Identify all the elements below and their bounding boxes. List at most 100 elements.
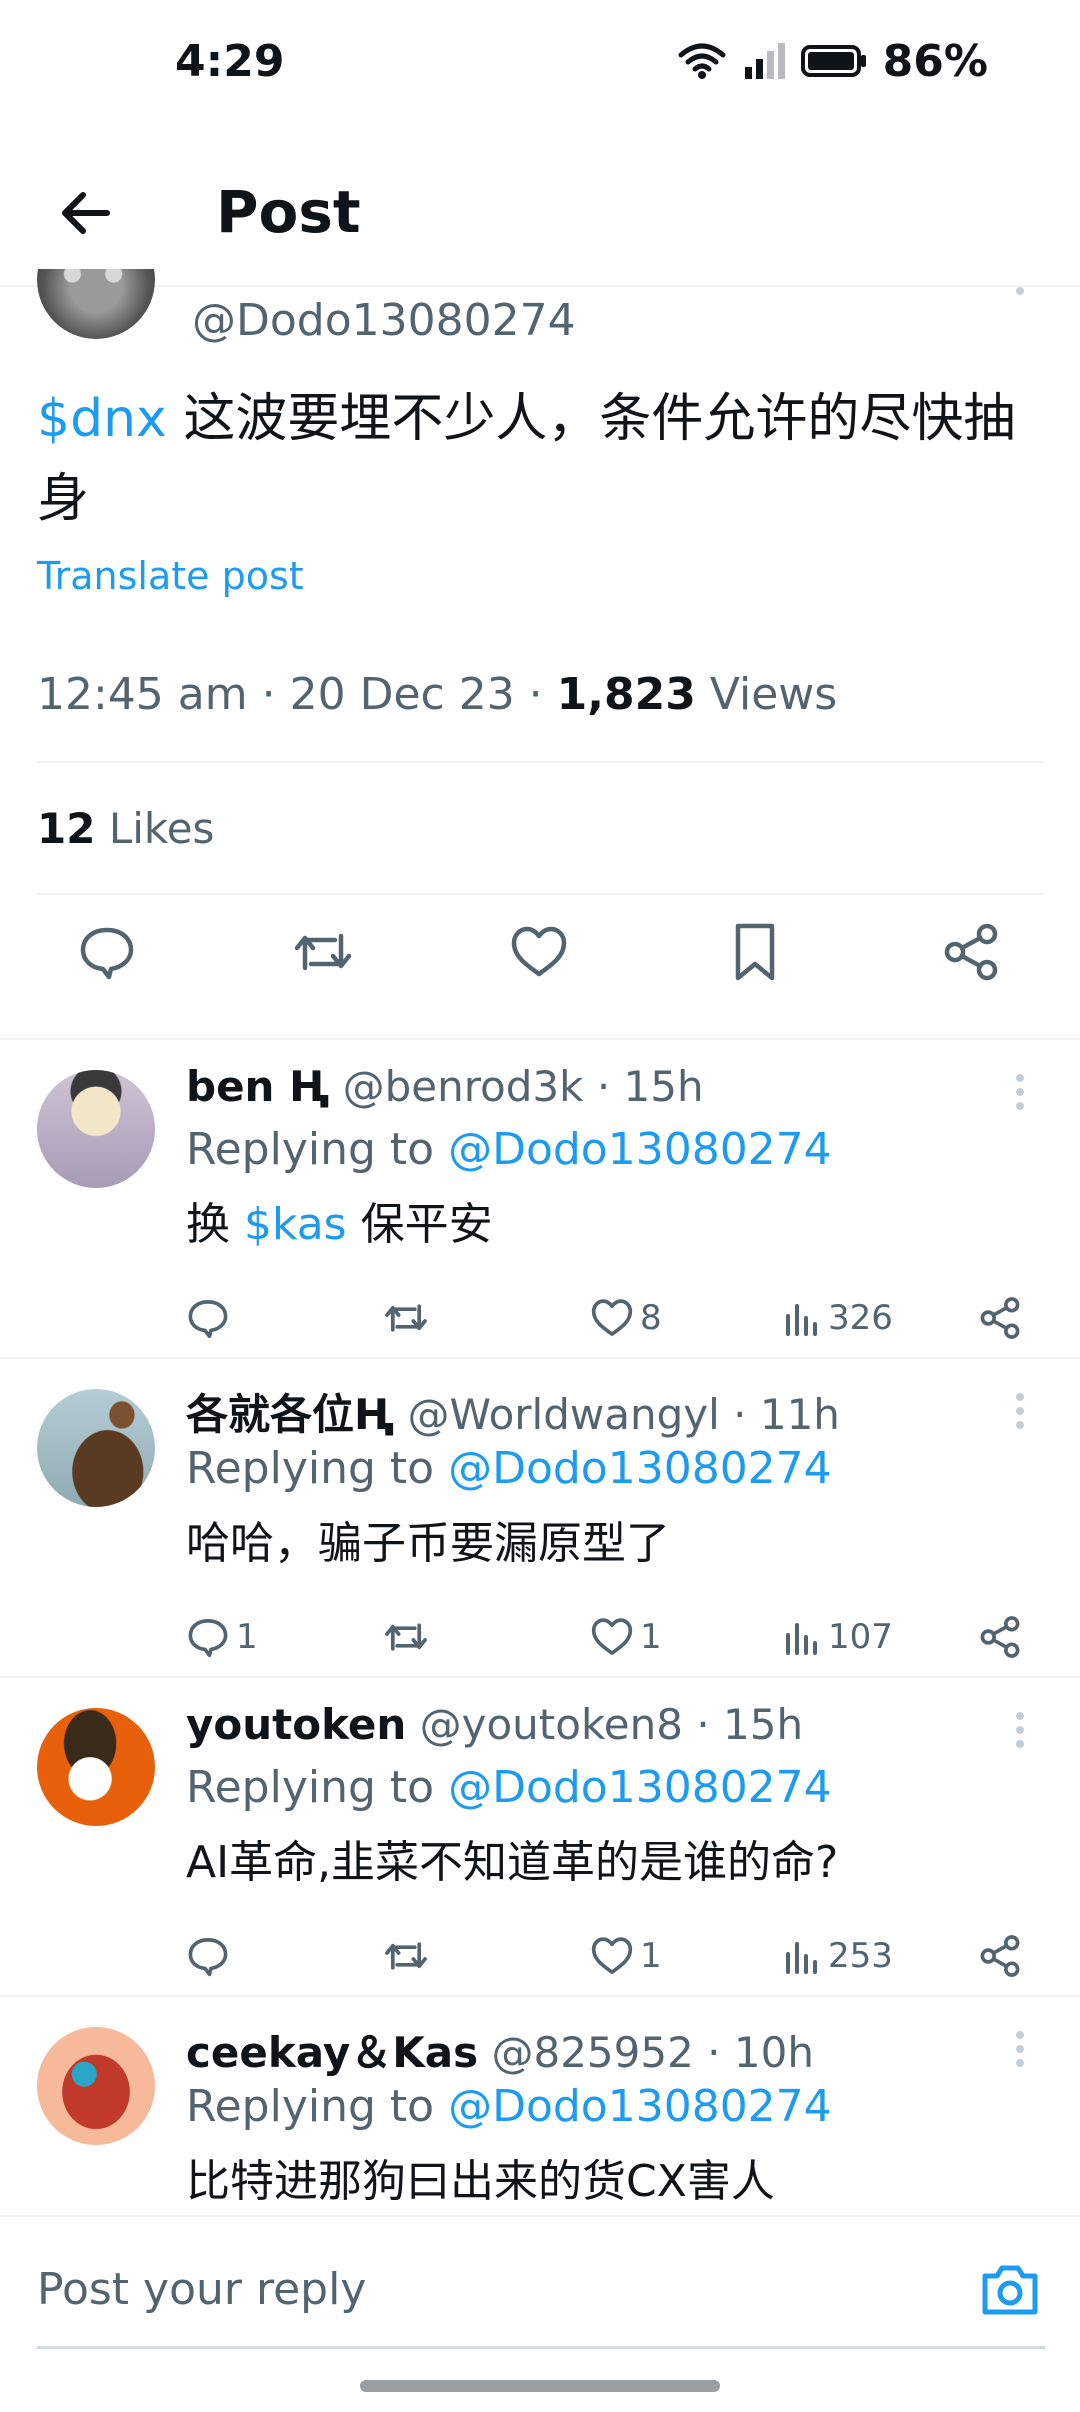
likes-label: Likes [108,804,215,853]
like-count: 8 [640,1298,662,1338]
reply-text: AI革命,韭菜不知道革的是谁的命? [186,1837,839,1888]
arrow-left-icon [57,185,113,245]
reply-item[interactable]: 各就各位Ⱨ @Worldwangyl · 11h Replying to @Do… [0,1359,1080,1677]
repost-button[interactable] [278,909,368,999]
reply-button[interactable] [186,1288,236,1348]
more-options-icon[interactable] [1008,2027,1032,2077]
avatar[interactable] [37,1070,155,1188]
mention-link[interactable]: @Dodo13080274 [448,1762,832,1813]
analytics-icon [786,1623,817,1655]
reply-item[interactable]: ben Ⱨ @benrod3k · 15h Replying to @Dodo1… [0,1040,1080,1358]
repost-icon [385,1623,427,1651]
share-icon [980,1935,1020,1977]
views-count: 1,823 [556,669,696,720]
reply-icon [188,1300,228,1339]
bookmark-button[interactable] [710,909,800,999]
more-options-icon[interactable] [1008,1389,1032,1439]
repost-button[interactable] [382,1926,430,1986]
camera-button[interactable] [975,2255,1045,2325]
reply-age: 15h [723,1700,804,1749]
reply-button[interactable] [186,1926,236,1986]
views-label: Views [709,669,838,720]
bookmark-icon [730,922,780,986]
user-handle[interactable]: @825952 [491,2028,693,2077]
reply-age: 15h [623,1062,704,1111]
view-count: 107 [828,1617,893,1657]
share-button[interactable] [978,1288,1022,1348]
replying-prefix: Replying to [186,1762,435,1813]
share-button[interactable] [978,1926,1022,1986]
like-button[interactable]: 8 [590,1288,662,1348]
like-button[interactable]: 1 [590,1607,662,1667]
share-button[interactable] [978,1607,1022,1667]
more-options-icon[interactable] [1008,1070,1032,1120]
mention-link[interactable]: @Dodo13080274 [448,1124,832,1175]
repost-icon [385,1304,427,1332]
translate-post-link[interactable]: Translate post [37,554,304,598]
heart-icon [509,924,569,984]
analytics-icon [786,1942,817,1974]
post-text-body: 这波要埋不少人，条件允许的尽快抽身 [37,389,1016,529]
reply-action-bar: 1 253 [186,1926,1046,1986]
heart-icon [591,1618,633,1655]
reply-icon [77,922,137,986]
repost-button[interactable] [382,1288,430,1348]
like-button[interactable]: 1 [590,1926,662,1986]
mention-link[interactable]: @Dodo13080274 [448,2081,832,2132]
more-options-icon[interactable] [1008,1708,1032,1758]
display-name[interactable]: ceekay＆Kas [186,2028,478,2077]
post-text: $dnx 这波要埋不少人，条件允许的尽快抽身 [37,379,1047,539]
repost-button[interactable] [382,1607,430,1667]
status-time: 4:29 [175,36,285,87]
avatar[interactable] [37,269,155,339]
post-action-bar [0,909,1080,1029]
back-button[interactable] [40,170,130,260]
reply-button[interactable] [62,909,152,999]
reply-item[interactable]: ceekay＆Kas @825952 · 10h Replying to @Do… [0,1997,1080,2215]
display-name[interactable]: 各就各位Ⱨ [186,1390,394,1439]
divider [37,761,1045,763]
analytics-icon [786,1304,817,1336]
gesture-bar[interactable] [360,2380,720,2392]
user-handle[interactable]: @benrod3k [343,1062,584,1111]
reply-header: ceekay＆Kas @825952 · 10h [186,2028,814,2077]
reply-button[interactable]: 1 [186,1607,258,1667]
reply-item[interactable]: youtoken @youtoken8 · 15h Replying to @D… [0,1678,1080,1996]
replying-prefix: Replying to [186,1443,435,1494]
wifi-icon [677,41,727,81]
more-options-icon[interactable] [1010,277,1030,307]
repost-icon [385,1942,427,1970]
avatar[interactable] [37,2027,155,2145]
mention-link[interactable]: @Dodo13080274 [448,1443,832,1494]
user-handle[interactable]: @Worldwangyl [408,1390,720,1439]
cashtag-link[interactable]: $dnx [37,389,167,449]
views-button[interactable]: 107 [782,1607,893,1667]
status-bar: 4:29 86% [0,0,1080,120]
reply-action-bar: 8 326 [186,1288,1046,1348]
display-name[interactable]: ben Ⱨ [186,1062,329,1111]
avatar[interactable] [37,1389,155,1507]
reply-text: 换 $kas 保平安 [186,1188,493,1252]
reply-composer-input[interactable]: Post your reply [37,2255,917,2325]
share-button[interactable] [926,909,1016,999]
post-date[interactable]: 20 Dec 23 [290,669,515,720]
like-button[interactable] [494,909,584,999]
user-handle[interactable]: @youtoken8 [420,1700,683,1749]
post-meta: 12:45 am · 20 Dec 23 · 1,823 Views [37,669,838,720]
views-button[interactable]: 326 [782,1288,893,1348]
reply-header: 各就各位Ⱨ @Worldwangyl · 11h [186,1390,840,1439]
author-handle[interactable]: @Dodo13080274 [192,295,576,346]
battery-icon [800,44,867,78]
reply-text: 哈哈，骗子币要漏原型了 [186,1518,670,1569]
composer-underline [37,2346,1045,2349]
views-button[interactable]: 253 [782,1926,893,1986]
post-time[interactable]: 12:45 am [37,669,248,720]
camera-icon [982,2265,1038,2315]
signal-icon [743,41,785,81]
avatar[interactable] [37,1708,155,1826]
display-name[interactable]: youtoken [186,1700,406,1749]
cashtag-link[interactable]: $kas [244,1199,347,1250]
likes-summary[interactable]: 12 Likes [37,804,214,853]
replying-prefix: Replying to [186,1124,435,1175]
replying-prefix: Replying to [186,2081,435,2132]
